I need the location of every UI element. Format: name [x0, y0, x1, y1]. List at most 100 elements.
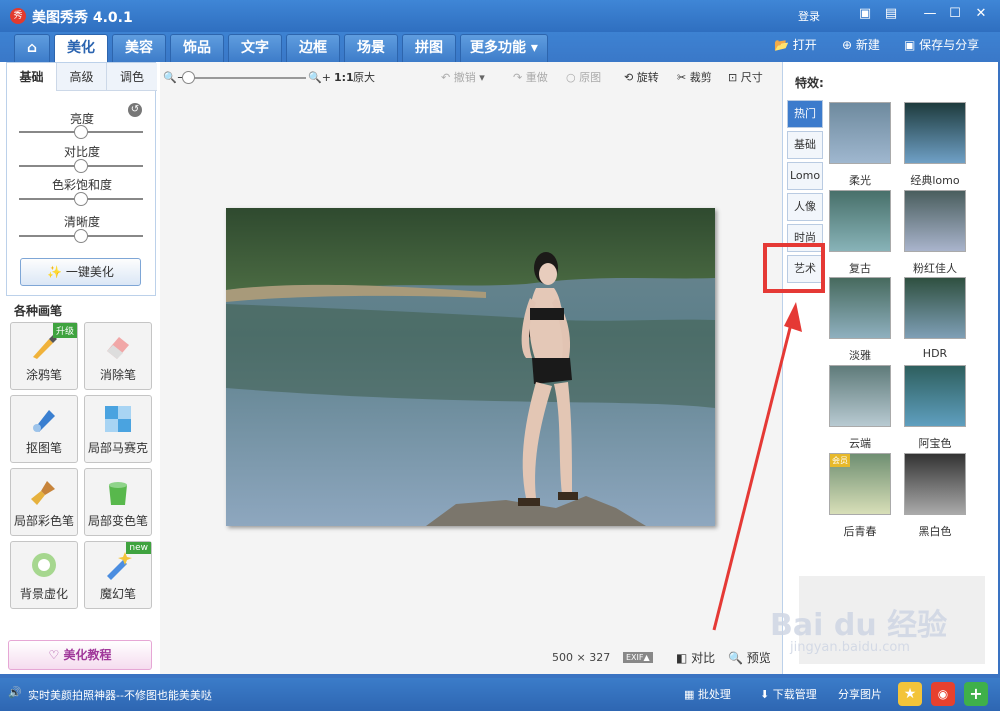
tab-scene[interactable]: 场景 [344, 34, 398, 62]
exif-button[interactable]: EXIF▲ [623, 652, 653, 663]
one-key-label: 一键美化 [65, 265, 114, 279]
contrast-knob[interactable] [74, 159, 88, 173]
cutout-brush-label: 抠图笔 [25, 441, 62, 455]
brightness-knob[interactable] [74, 125, 88, 139]
effect-cloud-thumb[interactable] [829, 365, 891, 427]
tab-beauty[interactable]: 美容 [112, 34, 166, 62]
mosaic-brush-button[interactable]: 局部马赛克 [84, 395, 152, 463]
effect-bw-label: 黑白色 [918, 525, 952, 538]
effect-abao-thumb[interactable] [904, 365, 966, 427]
status-tip[interactable]: 实时美颜拍照神器--不修图也能美美哒 [28, 687, 212, 703]
resize-label: 尺寸 [740, 71, 763, 84]
new-button[interactable]: ⊕ 新建 [842, 36, 880, 54]
save-share-button[interactable]: ▣ 保存与分享 [904, 36, 979, 54]
close-icon[interactable]: ✕ [972, 6, 990, 21]
effect-retro-thumb[interactable] [829, 190, 891, 252]
home-tab[interactable]: ⌂ [14, 34, 50, 62]
original-size-button[interactable]: 原大 [353, 70, 375, 86]
zoom-ratio[interactable]: 1:1 [334, 70, 354, 86]
eraser-brush-button[interactable]: 消除笔 [84, 322, 152, 390]
edited-photo[interactable] [226, 208, 715, 526]
minimize-icon[interactable]: — [921, 6, 939, 21]
zoom-in-icon[interactable]: 🔍+ [308, 70, 331, 86]
tab-text[interactable]: 文字 [228, 34, 282, 62]
effect-youth-label: 后青春 [843, 525, 877, 538]
recolor-brush-button[interactable]: 局部变色笔 [84, 468, 152, 536]
download-button[interactable]: ⬇ 下载管理 [760, 686, 817, 702]
login-link[interactable]: 登录 [798, 8, 820, 24]
effect-bw-thumb[interactable] [904, 453, 966, 515]
recolor-brush-label: 局部变色笔 [87, 514, 148, 528]
scissors-icon: ✂ [677, 71, 687, 84]
image-height: 327 [589, 651, 611, 664]
hand-icon: ♡ [48, 648, 60, 662]
tab-more[interactable]: 更多功能 ▾ [460, 34, 548, 62]
undo-button[interactable]: ↶ 撤销 ▾ [441, 70, 485, 86]
compare-label: 对比 [691, 651, 716, 665]
effect-pink-lady-thumb[interactable] [904, 190, 966, 252]
category-portrait[interactable]: 人像 [787, 193, 823, 221]
sharpness-knob[interactable] [74, 229, 88, 243]
category-lomo[interactable]: Lomo [787, 162, 823, 190]
batch-button[interactable]: ▦ 批处理 [684, 686, 731, 702]
redo-button[interactable]: ↷ 重做 [513, 70, 548, 86]
effect-classic-lomo-thumb[interactable] [904, 102, 966, 164]
adjust-panel: 基础 高级 调色 ↺ 亮度 对比度 色彩饱和度 清晰度 ✨ 一键美化 [6, 62, 157, 296]
tab-accessory[interactable]: 饰品 [170, 34, 224, 62]
tab-collage[interactable]: 拼图 [402, 34, 456, 62]
background-blur-button[interactable]: 背景虚化 [10, 541, 78, 609]
preview-button[interactable]: 🔍 预览 [728, 649, 771, 666]
effect-retro-label: 复古 [849, 262, 871, 275]
crop-button[interactable]: ✂ 裁剪 [677, 70, 712, 86]
title-bar: 秀 美图秀秀 4.0.1 登录 ▣ ▤ — ☐ ✕ [0, 0, 1000, 32]
plus-icon: ⊕ [842, 38, 853, 52]
compare-button[interactable]: ◧ 对比 [676, 649, 715, 666]
cutout-brush-button[interactable]: 抠图笔 [10, 395, 78, 463]
star-icon[interactable]: ★ [898, 682, 922, 706]
effects-panel: 特效: 热门 基础 Lomo 人像 时尚 艺术 柔光 经典lomo 复古 粉红佳… [763, 62, 998, 674]
effect-soft-light-thumb[interactable] [829, 102, 891, 164]
subtab-advanced[interactable]: 高级 [57, 63, 107, 91]
download-label: 下载管理 [772, 688, 817, 701]
preview-icon: 🔍 [728, 651, 743, 665]
effect-elegant-thumb[interactable] [829, 277, 891, 339]
one-key-beautify-button[interactable]: ✨ 一键美化 [20, 258, 141, 286]
open-button[interactable]: 📂 打开 [774, 36, 817, 54]
crop-label: 裁剪 [689, 71, 712, 84]
maximize-icon[interactable]: ☐ [946, 6, 964, 21]
effect-abao-label: 阿宝色 [918, 437, 952, 450]
weibo-icon[interactable]: ◉ [931, 682, 955, 706]
zoom-knob[interactable] [182, 71, 195, 84]
redo-label: 重做 [525, 71, 548, 84]
chevron-down-icon: ▾ [479, 71, 485, 84]
sharpness-label: 清晰度 [63, 215, 100, 229]
subtab-color[interactable]: 调色 [107, 63, 157, 91]
zoom-slider[interactable] [186, 77, 306, 79]
doodle-brush-button[interactable]: 升级 涂鸦笔 [10, 322, 78, 390]
add-icon[interactable]: + [964, 682, 988, 706]
magic-brush-button[interactable]: new 魔幻笔 [84, 541, 152, 609]
restore-button[interactable]: ○ 原图 [566, 70, 601, 86]
feedback-icon[interactable]: ▣ [856, 6, 874, 21]
effect-hdr-thumb[interactable] [904, 277, 966, 339]
watermark-url: jingyan.baidu.com [790, 640, 910, 655]
skin-icon[interactable]: ▤ [882, 6, 900, 21]
tutorial-button[interactable]: ♡ 美化教程 [8, 640, 152, 670]
effect-youth-thumb[interactable]: 会员 [829, 453, 891, 515]
category-basic[interactable]: 基础 [787, 131, 823, 159]
resize-button[interactable]: ⊡ 尺寸 [728, 70, 763, 86]
color-brush-label: 局部彩色笔 [13, 514, 74, 528]
rotate-button[interactable]: ⟲ 旋转 [624, 70, 659, 86]
share-button[interactable]: 分享图片 [838, 686, 882, 702]
image-size: 500 × 327 [552, 651, 610, 664]
background-blur-label: 背景虚化 [19, 587, 68, 601]
saturation-knob[interactable] [74, 192, 88, 206]
effect-soft-light-label: 柔光 [849, 174, 871, 187]
blur-icon [32, 553, 56, 577]
category-hot[interactable]: 热门 [787, 100, 823, 128]
subtab-basic[interactable]: 基础 [7, 63, 57, 91]
tab-beautify[interactable]: 美化 [54, 34, 108, 64]
color-brush-button[interactable]: 局部彩色笔 [10, 468, 78, 536]
undo-label: 撤销 [453, 71, 476, 84]
tab-border[interactable]: 边框 [286, 34, 340, 62]
